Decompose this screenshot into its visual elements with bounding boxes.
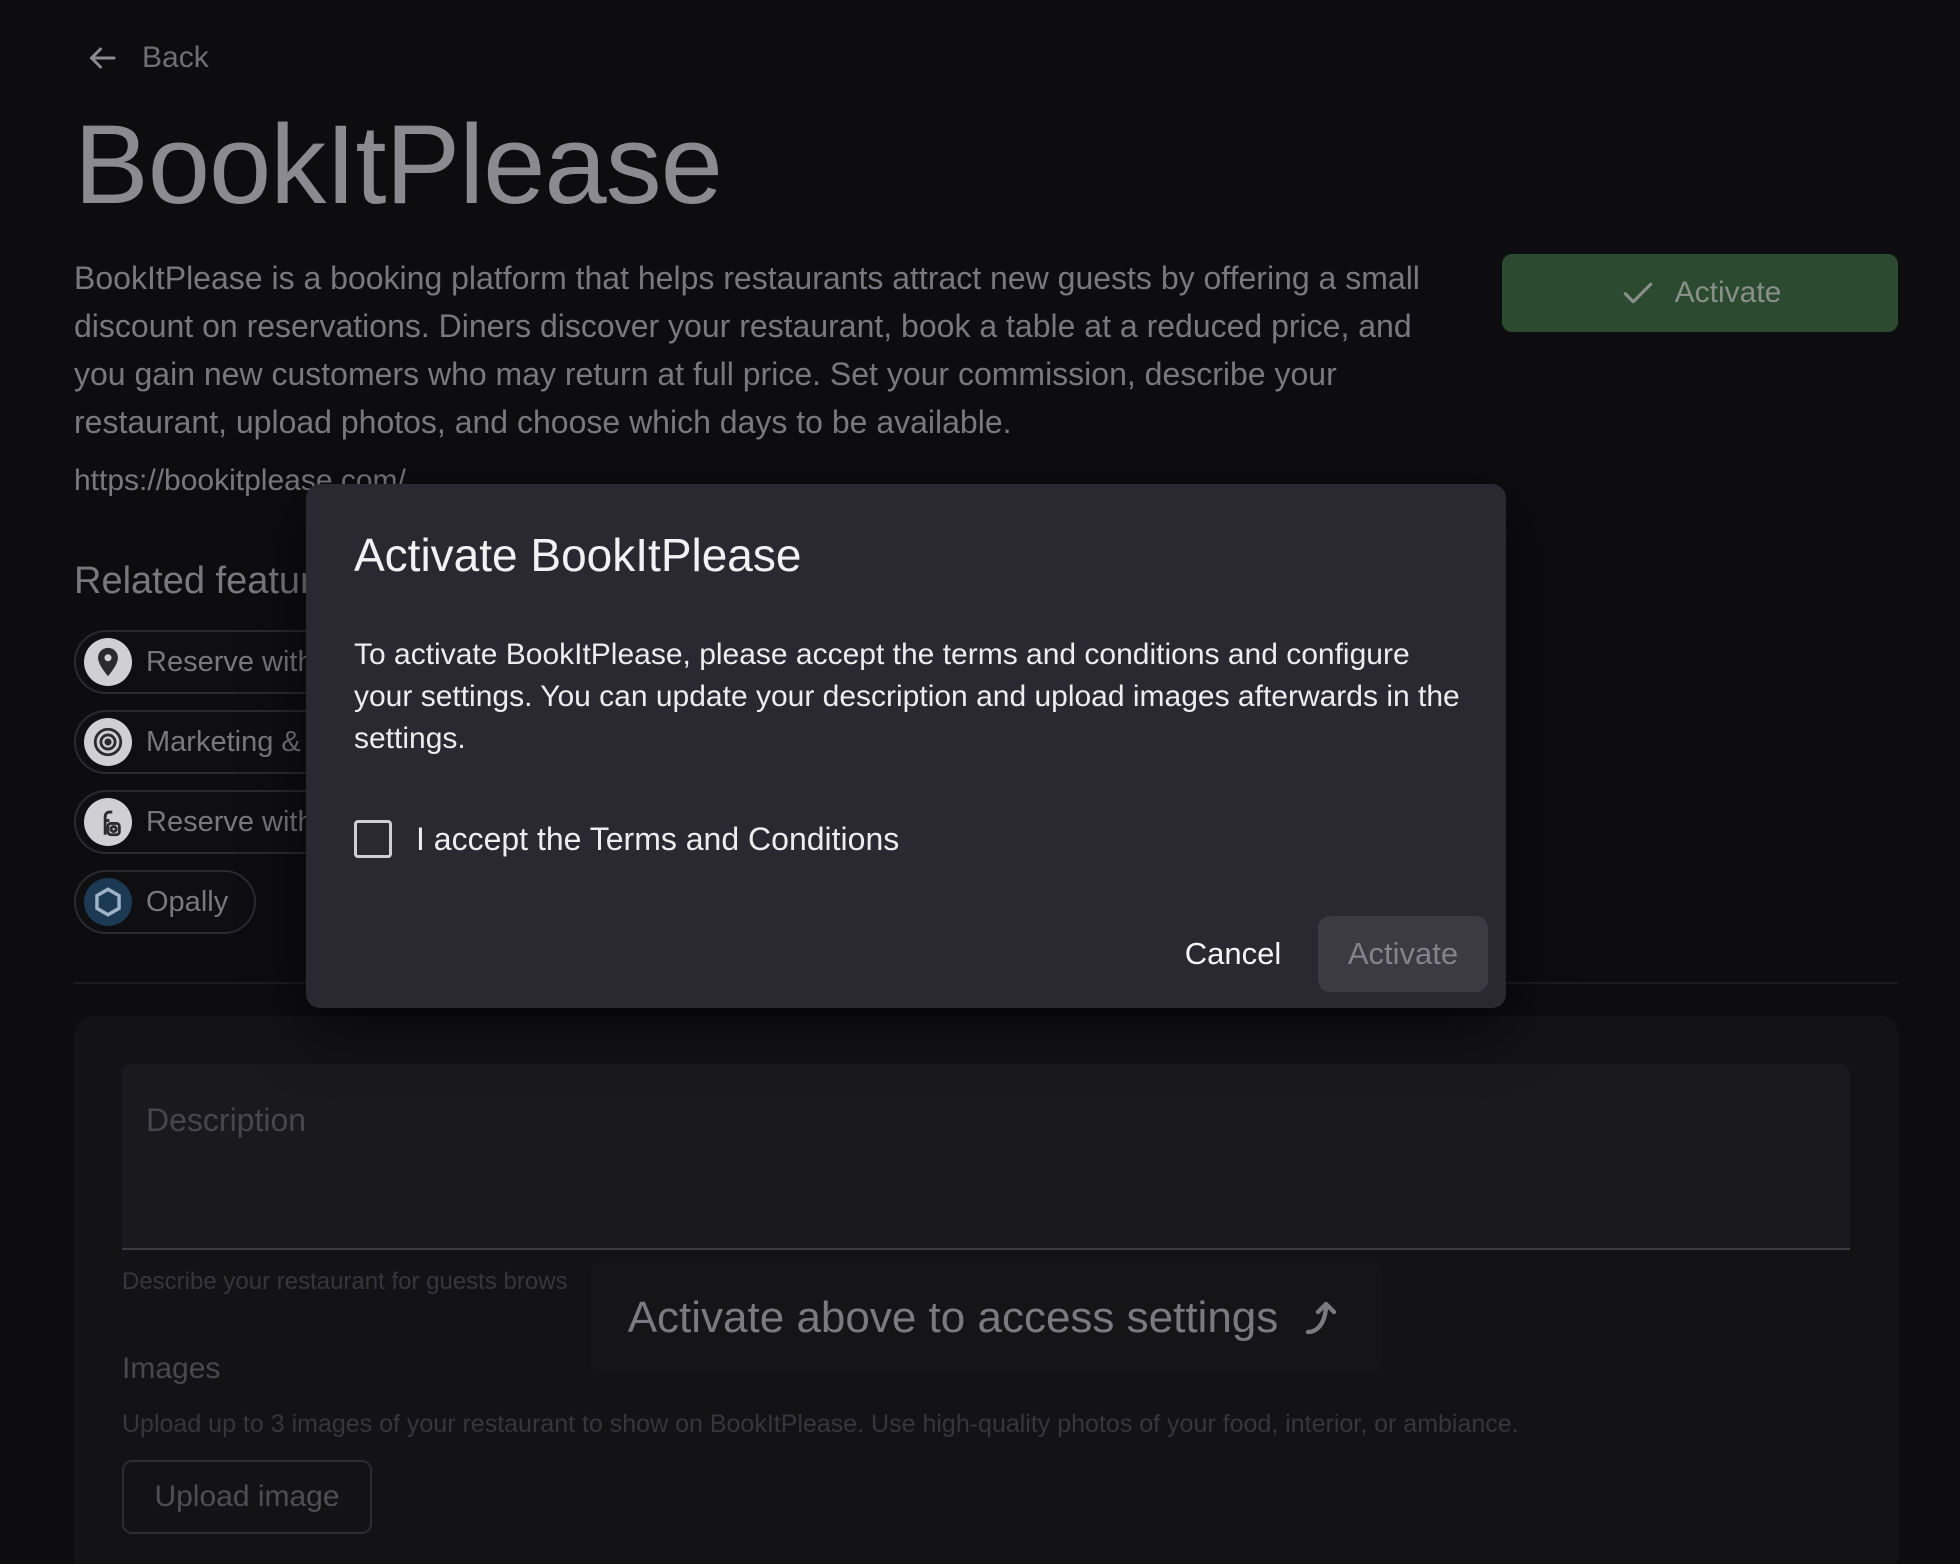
dialog-title: Activate BookItPlease bbox=[354, 529, 802, 581]
activate-button-label: Activate bbox=[1674, 276, 1782, 309]
terms-checkbox[interactable] bbox=[354, 820, 392, 858]
back-label: Back bbox=[142, 41, 209, 74]
related-feature-chip[interactable]: Opally bbox=[74, 870, 257, 934]
cancel-button[interactable]: Cancel bbox=[1168, 916, 1298, 992]
map-pin-icon bbox=[84, 638, 132, 686]
facebook-instagram-icon bbox=[84, 798, 132, 846]
images-help-text: Upload up to 3 images of your restaurant… bbox=[122, 1410, 1519, 1438]
dialog-activate-button[interactable]: Activate bbox=[1318, 916, 1488, 992]
description-help-text: Describe your restaurant for guests brow… bbox=[122, 1268, 568, 1295]
related-features-heading: Related featur bbox=[74, 560, 313, 602]
arrow-left-icon bbox=[90, 47, 116, 69]
hexagon-icon bbox=[84, 878, 132, 926]
description-placeholder: Description bbox=[146, 1102, 307, 1138]
target-icon bbox=[84, 718, 132, 766]
settings-locked-banner: Activate above to access settings bbox=[590, 1262, 1382, 1374]
settings-locked-message: Activate above to access settings bbox=[627, 1293, 1279, 1342]
check-icon bbox=[1623, 282, 1652, 304]
terms-checkbox-row[interactable]: I accept the Terms and Conditions bbox=[354, 820, 899, 858]
page-title: BookItPlease bbox=[74, 102, 723, 227]
description-field[interactable]: Description bbox=[122, 1064, 1850, 1250]
related-feature-label: Marketing & A bbox=[146, 725, 327, 758]
app-description: BookItPlease is a booking platform that … bbox=[74, 260, 1420, 440]
related-feature-label: Opally bbox=[146, 885, 229, 918]
dialog-body: To activate BookItPlease, please accept … bbox=[354, 638, 1460, 755]
arrow-up-right-icon bbox=[1306, 1301, 1337, 1335]
activate-button[interactable]: Activate bbox=[1502, 254, 1898, 332]
related-feature-label: Reserve with bbox=[146, 645, 314, 678]
page: Back BookItPlease BookItPlease is a book… bbox=[0, 0, 1960, 1564]
back-link[interactable]: Back bbox=[84, 40, 209, 76]
terms-label[interactable]: I accept the Terms and Conditions bbox=[416, 821, 899, 858]
activate-dialog: Activate BookItPlease To activate BookIt… bbox=[306, 484, 1506, 1008]
upload-image-button[interactable]: Upload image bbox=[122, 1460, 372, 1534]
related-feature-label: Reserve with bbox=[146, 805, 314, 838]
images-label: Images bbox=[122, 1352, 221, 1385]
